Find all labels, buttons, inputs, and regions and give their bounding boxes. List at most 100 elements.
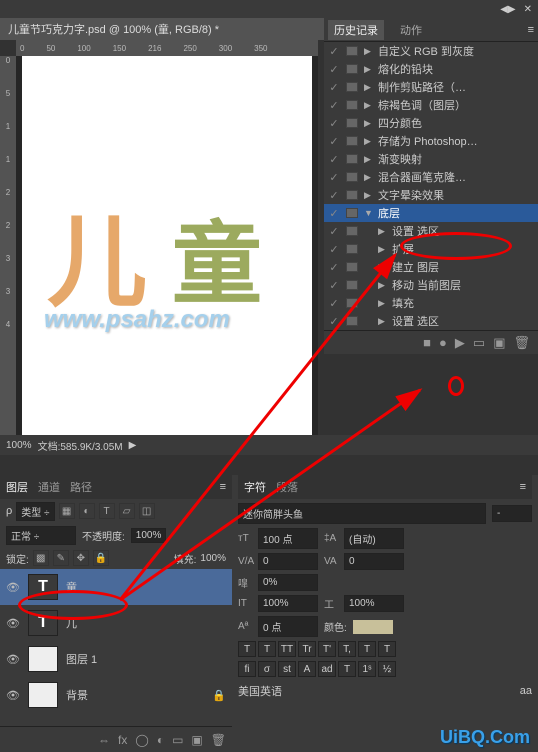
scale-input[interactable]: 0% <box>258 574 318 591</box>
opentype-st[interactable]: st <box>278 661 296 677</box>
link-icon[interactable]: ⇔ <box>98 733 110 747</box>
tab-channels[interactable]: 通道 <box>38 479 60 495</box>
filter-type-select[interactable]: 类型 ÷ <box>16 502 54 521</box>
tab-paragraph[interactable]: 段落 <box>276 479 298 495</box>
folder-icon[interactable]: ▭ <box>473 335 485 351</box>
antialias-select[interactable]: aa <box>520 685 532 697</box>
trash-icon[interactable]: 🗑 <box>211 733 226 747</box>
opentype-a[interactable]: A <box>298 661 316 677</box>
history-item[interactable]: ✓▶棕褐色调（图层） <box>324 96 538 114</box>
tracking-icon: VA <box>324 556 338 567</box>
layer-thumbnail <box>28 682 58 708</box>
layer-row[interactable]: 👁背景🔒 <box>0 677 232 713</box>
leading-input[interactable]: (自动) <box>344 528 404 549</box>
canvas[interactable]: 儿 童 www.psahz.com <box>22 56 312 436</box>
lock-trans-icon[interactable]: ▩ <box>33 550 49 566</box>
filter-type-icon[interactable]: T <box>99 503 115 519</box>
opentype-t1[interactable]: T <box>338 661 356 677</box>
history-item[interactable]: ✓▶存储为 Photoshop… <box>324 132 538 150</box>
tab-paths[interactable]: 路径 <box>70 479 92 495</box>
history-item[interactable]: ✓▶混合器画笔克隆… <box>324 168 538 186</box>
watermark-text: www.psahz.com <box>44 306 230 334</box>
tab-layers[interactable]: 图层 <box>6 479 28 495</box>
text-style-btn-0[interactable]: T <box>238 641 256 657</box>
annotation-oval-1 <box>400 232 512 260</box>
history-item[interactable]: ✓▶移动 当前图层 <box>324 276 538 294</box>
tracking-input[interactable]: 0 <box>344 553 404 570</box>
lock-pixel-icon[interactable]: ✎ <box>53 550 69 566</box>
hscale-icon: 工 <box>324 596 338 611</box>
text-style-btn-3[interactable]: Tr <box>298 641 316 657</box>
record-icon[interactable]: ● <box>439 335 447 350</box>
blend-mode-select[interactable]: 正常 ÷ <box>6 526 76 545</box>
panel-menu-icon[interactable]: ≡ <box>528 24 534 36</box>
text-style-btn-7[interactable]: T <box>378 641 396 657</box>
fx-icon[interactable]: fx <box>118 733 127 747</box>
layer-name[interactable]: 背景 <box>66 687 204 703</box>
new-layer-icon[interactable]: ▣ <box>191 733 202 747</box>
fill-input[interactable]: 100% <box>200 553 226 564</box>
text-color-swatch[interactable] <box>353 620 393 634</box>
lock-all-icon[interactable]: 🔒 <box>93 550 109 566</box>
history-item[interactable]: ✓▶建立 图层 <box>324 258 538 276</box>
history-item[interactable]: ✓▼底层 <box>324 204 538 222</box>
visibility-icon[interactable]: 👁 <box>6 617 20 630</box>
opentype-ad[interactable]: ad <box>318 661 336 677</box>
history-item[interactable]: ✓▶熔化的铅块 <box>324 60 538 78</box>
opentype-1st[interactable]: 1ˢ <box>358 661 376 677</box>
ruler-horizontal: 050100150216250300350 <box>16 40 318 56</box>
history-item[interactable]: ✓▶渐变映射 <box>324 150 538 168</box>
trash-icon[interactable]: 🗑 <box>513 335 530 351</box>
color-label: 颜色: <box>324 619 347 634</box>
filter-shape-icon[interactable]: ▱ <box>119 503 135 519</box>
mask-icon[interactable]: ◯ <box>135 733 148 747</box>
opacity-input[interactable]: 100% <box>131 528 167 543</box>
zoom-level[interactable]: 100% <box>6 440 32 451</box>
hscale-input[interactable]: 100% <box>344 595 404 612</box>
history-item[interactable]: ✓▶制作剪贴路径（… <box>324 78 538 96</box>
tab-history[interactable]: 历史记录 <box>328 20 384 40</box>
filter-smart-icon[interactable]: ◫ <box>139 503 155 519</box>
visibility-icon[interactable]: 👁 <box>6 581 20 594</box>
panel-menu-icon[interactable]: ≡ <box>220 481 226 493</box>
text-style-btn-5[interactable]: T, <box>338 641 356 657</box>
baseline-input[interactable]: 0 点 <box>258 616 318 637</box>
adjust-icon[interactable]: ◐ <box>157 733 164 747</box>
tab-character[interactable]: 字符 <box>244 479 266 495</box>
tab-actions[interactable]: 动作 <box>394 20 428 40</box>
font-family-select[interactable]: 迷你简胖头鱼 <box>238 503 486 524</box>
kerning-input[interactable]: 0 <box>258 553 318 570</box>
visibility-icon[interactable]: 👁 <box>6 653 20 666</box>
visibility-icon[interactable]: 👁 <box>6 689 20 702</box>
filter-pixel-icon[interactable]: ▦ <box>59 503 75 519</box>
expand-icon[interactable]: ◀▶ <box>500 4 515 15</box>
layer-name[interactable]: 图层 1 <box>66 651 226 667</box>
text-style-btn-2[interactable]: TT <box>278 641 296 657</box>
opentype-fi[interactable]: fi <box>238 661 256 677</box>
text-style-btn-4[interactable]: T' <box>318 641 336 657</box>
vscale-input[interactable]: 100% <box>258 595 318 612</box>
font-style-select[interactable]: - <box>492 505 532 522</box>
opentype-sigma[interactable]: σ <box>258 661 276 677</box>
language-select[interactable]: 美国英语 <box>238 683 514 699</box>
history-item[interactable]: ✓▶设置 选区 <box>324 312 538 330</box>
history-item[interactable]: ✓▶自定义 RGB 到灰度 <box>324 42 538 60</box>
layer-row[interactable]: 👁 图层 1 <box>0 641 232 677</box>
new-icon[interactable]: ▣ <box>493 335 505 351</box>
font-size-input[interactable]: 100 点 <box>258 528 318 549</box>
group-icon[interactable]: ▭ <box>172 733 183 747</box>
text-style-btn-1[interactable]: T <box>258 641 276 657</box>
history-panel: 历史记录 动作 ≡ ✓▶自定义 RGB 到灰度✓▶熔化的铅块✓▶制作剪贴路径（…… <box>324 18 538 354</box>
history-item[interactable]: ✓▶文字晕染效果 <box>324 186 538 204</box>
panel-menu-icon[interactable]: ≡ <box>520 481 526 493</box>
close-icon[interactable]: ✕ <box>524 4 532 15</box>
opentype-half[interactable]: ½ <box>378 661 396 677</box>
lock-pos-icon[interactable]: ✥ <box>73 550 89 566</box>
history-item[interactable]: ✓▶四分颜色 <box>324 114 538 132</box>
play-icon[interactable]: ▶ <box>455 335 465 351</box>
history-item[interactable]: ✓▶填充 <box>324 294 538 312</box>
stop-icon[interactable]: ■ <box>423 335 431 350</box>
canvas-area[interactable]: 儿 童 www.psahz.com <box>16 56 318 435</box>
text-style-btn-6[interactable]: T <box>358 641 376 657</box>
filter-adjust-icon[interactable]: ◐ <box>79 503 95 519</box>
